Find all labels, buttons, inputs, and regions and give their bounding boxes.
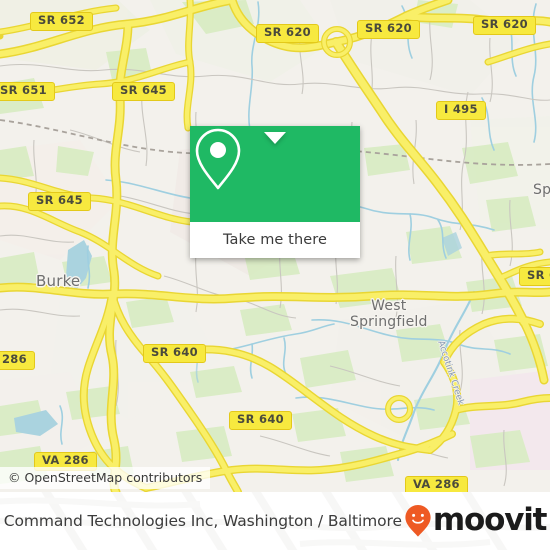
marker-card-tail (264, 132, 286, 144)
shield-sr-652-top-left: SR 652 (30, 12, 93, 31)
moovit-map-screenshot: Burke West Springfield Sp Accotink Creek… (0, 0, 550, 550)
shield-sr-651-left: SR 651 (0, 82, 55, 101)
shield-sr-645-upper: SR 645 (112, 82, 175, 101)
shield-sr-620-far-right: SR 620 (473, 16, 536, 35)
shield-va-286-left-edge: 286 (0, 351, 35, 370)
shield-sr-620-right-top: SR 620 (357, 20, 420, 39)
shield-sr-640-upper: SR 640 (143, 344, 206, 363)
shield-sr-64x-right: SR 64 (519, 267, 550, 286)
osm-attribution[interactable]: © OpenStreetMap contributors (0, 467, 211, 489)
location-marker-card[interactable]: Take me there (190, 126, 360, 258)
take-me-there-label: Take me there (222, 232, 328, 248)
map-canvas[interactable]: Burke West Springfield Sp Accotink Creek… (0, 0, 550, 492)
footer-bar: Command Technologies Inc, Washington / B… (0, 492, 550, 550)
footer-content: Command Technologies Inc, Washington / B… (0, 492, 550, 550)
marker-card-action-area[interactable]: Take me there (190, 222, 360, 258)
location-pin-icon (195, 128, 241, 190)
shield-sr-620-center-top: SR 620 (256, 24, 319, 43)
footer-title: Command Technologies Inc, Washington / B… (3, 512, 402, 530)
shield-i-495: I 495 (436, 101, 486, 120)
moovit-logo[interactable]: moovit (404, 502, 548, 538)
moovit-pin-icon (405, 505, 431, 537)
shield-sr-645-lower: SR 645 (28, 192, 91, 211)
shield-sr-640-lower: SR 640 (229, 411, 292, 430)
moovit-wordmark: moovit (432, 502, 548, 538)
shield-va-286-bottom: VA 286 (405, 476, 468, 492)
